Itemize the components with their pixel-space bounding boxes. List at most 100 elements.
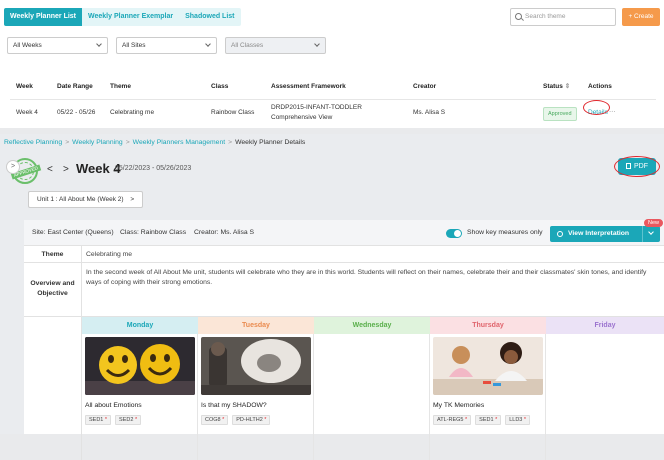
breadcrumb-weekly-planners-management[interactable]: Weekly Planners Management	[133, 139, 225, 146]
week-dates: 05/22/2023 - 05/26/2023	[115, 165, 192, 172]
activity-title[interactable]: All about Emotions	[85, 402, 142, 409]
day-friday: Friday	[546, 317, 664, 334]
theme-row: Theme Celebrating me	[24, 246, 664, 263]
chevron-down-icon	[205, 41, 211, 47]
week-title: Week 4	[76, 161, 121, 176]
key-measures-toggle[interactable]	[446, 229, 462, 238]
activity-image-emotions[interactable]	[85, 337, 195, 395]
activity-image-memories[interactable]	[433, 337, 543, 395]
new-badge: New	[644, 219, 664, 227]
col-status[interactable]: Status ⇕	[543, 76, 570, 98]
class-info: Class: Rainbow Class	[120, 229, 187, 236]
overview-text: In the second week of All About Me unit,…	[86, 269, 647, 286]
measure-tag: SED1 *	[85, 415, 112, 425]
theme-value: Celebrating me	[86, 251, 133, 258]
measure-tag: ATL-REG5 *	[433, 415, 472, 425]
create-button[interactable]: + Create	[622, 8, 660, 26]
classes-select[interactable]: All Classes	[225, 37, 326, 54]
measure-tags: COG8 * PD-HLTH2 *	[201, 415, 271, 425]
classes-select-value: All Classes	[231, 42, 264, 49]
tag-star: *	[104, 417, 108, 423]
breadcrumb-reflective-planning[interactable]: Reflective Planning	[4, 139, 62, 146]
friday-column	[546, 334, 664, 460]
tag-star: *	[264, 417, 267, 423]
activity-title[interactable]: Is that my SHADOW?	[201, 402, 267, 409]
measure-tags: ATL-REG5 * SED1 * LLD3 *	[433, 415, 531, 425]
breadcrumb-separator: >	[125, 139, 130, 146]
unit-label: Unit 1 : All About Me (Week 2)	[37, 196, 124, 203]
measure-tags: SED1 * SED2 *	[85, 415, 142, 425]
search-placeholder: Search theme	[525, 13, 566, 20]
tag-star: *	[495, 417, 498, 423]
row-creator: Ms. Alisa S	[413, 109, 446, 116]
day-monday-label: Monday	[126, 322, 154, 329]
breadcrumb: Reflective Planning > Weekly Planning > Week…	[4, 139, 305, 146]
tab-weekly-planner-exemplar[interactable]: Weekly Planner Exemplar	[82, 8, 180, 26]
tag-star: *	[222, 417, 225, 423]
monday-column: All about Emotions SED1 * SED2 *	[82, 334, 198, 460]
row-label-column	[24, 317, 82, 460]
overview-label: Overview and Objective	[24, 263, 82, 317]
weeks-select[interactable]: All Weeks	[7, 37, 108, 54]
day-thursday: Thursday	[430, 317, 546, 334]
theme-label: Theme	[24, 246, 82, 263]
planner-table: Week Date Range Theme Class Assessment F…	[10, 76, 656, 122]
search-input[interactable]: Search theme	[510, 8, 616, 26]
sites-select-value: All Sites	[122, 42, 146, 49]
chevron-right-icon: >	[130, 196, 135, 203]
tab-shadowed-list[interactable]: Shadowed List	[179, 8, 241, 26]
measure-tag: SED1 *	[475, 415, 502, 425]
measure-tag-label: COG8	[205, 417, 221, 423]
col-date-range: Date Range	[57, 83, 93, 90]
sort-icon: ⇕	[564, 83, 571, 90]
key-measures-label: Show key measures only	[467, 229, 543, 236]
breadcrumb-weekly-planning[interactable]: Weekly Planning	[72, 139, 123, 146]
col-actions: Actions	[588, 83, 612, 90]
measure-tag-label: SED1	[479, 417, 494, 423]
creator-info: Creator: Ms. Alisa S	[194, 229, 255, 236]
row-date-range: 05/22 - 05/26	[57, 109, 96, 116]
measure-tag: LLD3 *	[505, 415, 531, 425]
next-week-button[interactable]: >	[63, 164, 69, 175]
tag-star: *	[523, 417, 527, 423]
activity-image-shadow[interactable]	[201, 337, 311, 395]
search-icon	[515, 13, 522, 20]
day-thursday-label: Thursday	[472, 322, 504, 329]
measure-tag: COG8 *	[201, 415, 229, 425]
unit-selector-button[interactable]: Unit 1 : All About Me (Week 2) >	[28, 191, 144, 208]
day-wednesday: Wednesday	[314, 317, 430, 334]
col-theme: Theme	[110, 83, 131, 90]
measure-tag-label: SED1	[89, 417, 104, 423]
measure-tag-label: SED2	[119, 417, 134, 423]
sidebar-toggle-button[interactable]: >	[6, 160, 20, 174]
site-info: Site: East Center (Queens)	[32, 229, 114, 236]
thursday-column: My TK Memories ATL-REG5 * SED1 * LLD3 *	[430, 334, 546, 460]
annotation-circle	[583, 100, 610, 115]
status-badge-label: Approved	[543, 107, 577, 121]
breadcrumb-current: Weekly Planner Details	[235, 139, 306, 146]
wednesday-column	[314, 334, 430, 460]
breadcrumb-separator: >	[65, 139, 70, 146]
weeks-select-value: All Weeks	[13, 42, 42, 49]
row-class: Rainbow Class	[211, 109, 255, 116]
shadow-play-image	[201, 337, 311, 395]
prev-week-button[interactable]: <	[47, 164, 53, 175]
activity-title[interactable]: My TK Memories	[433, 402, 484, 409]
sites-select[interactable]: All Sites	[116, 37, 217, 54]
view-interpretation-dropdown[interactable]	[642, 226, 660, 242]
col-status-label: Status	[543, 83, 563, 90]
row-theme: Celebrating me	[110, 109, 155, 116]
breadcrumb-separator: >	[228, 139, 233, 146]
tag-star: *	[465, 417, 468, 423]
more-actions-icon[interactable]: ···	[609, 107, 616, 117]
emoji-balls-image	[85, 337, 195, 395]
col-assessment-framework: Assessment Framework	[271, 83, 346, 90]
col-class: Class	[211, 83, 229, 90]
weekly-planner-details-panel: Reflective Planning > Weekly Planning > Week…	[0, 134, 664, 460]
view-interpretation-button[interactable]: View Interpretation	[550, 226, 642, 242]
measure-tag-label: PD-HLTH2	[236, 417, 263, 423]
measure-tag: SED2 *	[115, 415, 142, 425]
planner-content: Site: East Center (Queens) Class: Rainbo…	[24, 219, 664, 460]
day-header-row: Monday Tuesday Wednesday Thursday Friday	[82, 317, 664, 334]
tab-weekly-planner-list[interactable]: Weekly Planner List	[4, 8, 83, 26]
